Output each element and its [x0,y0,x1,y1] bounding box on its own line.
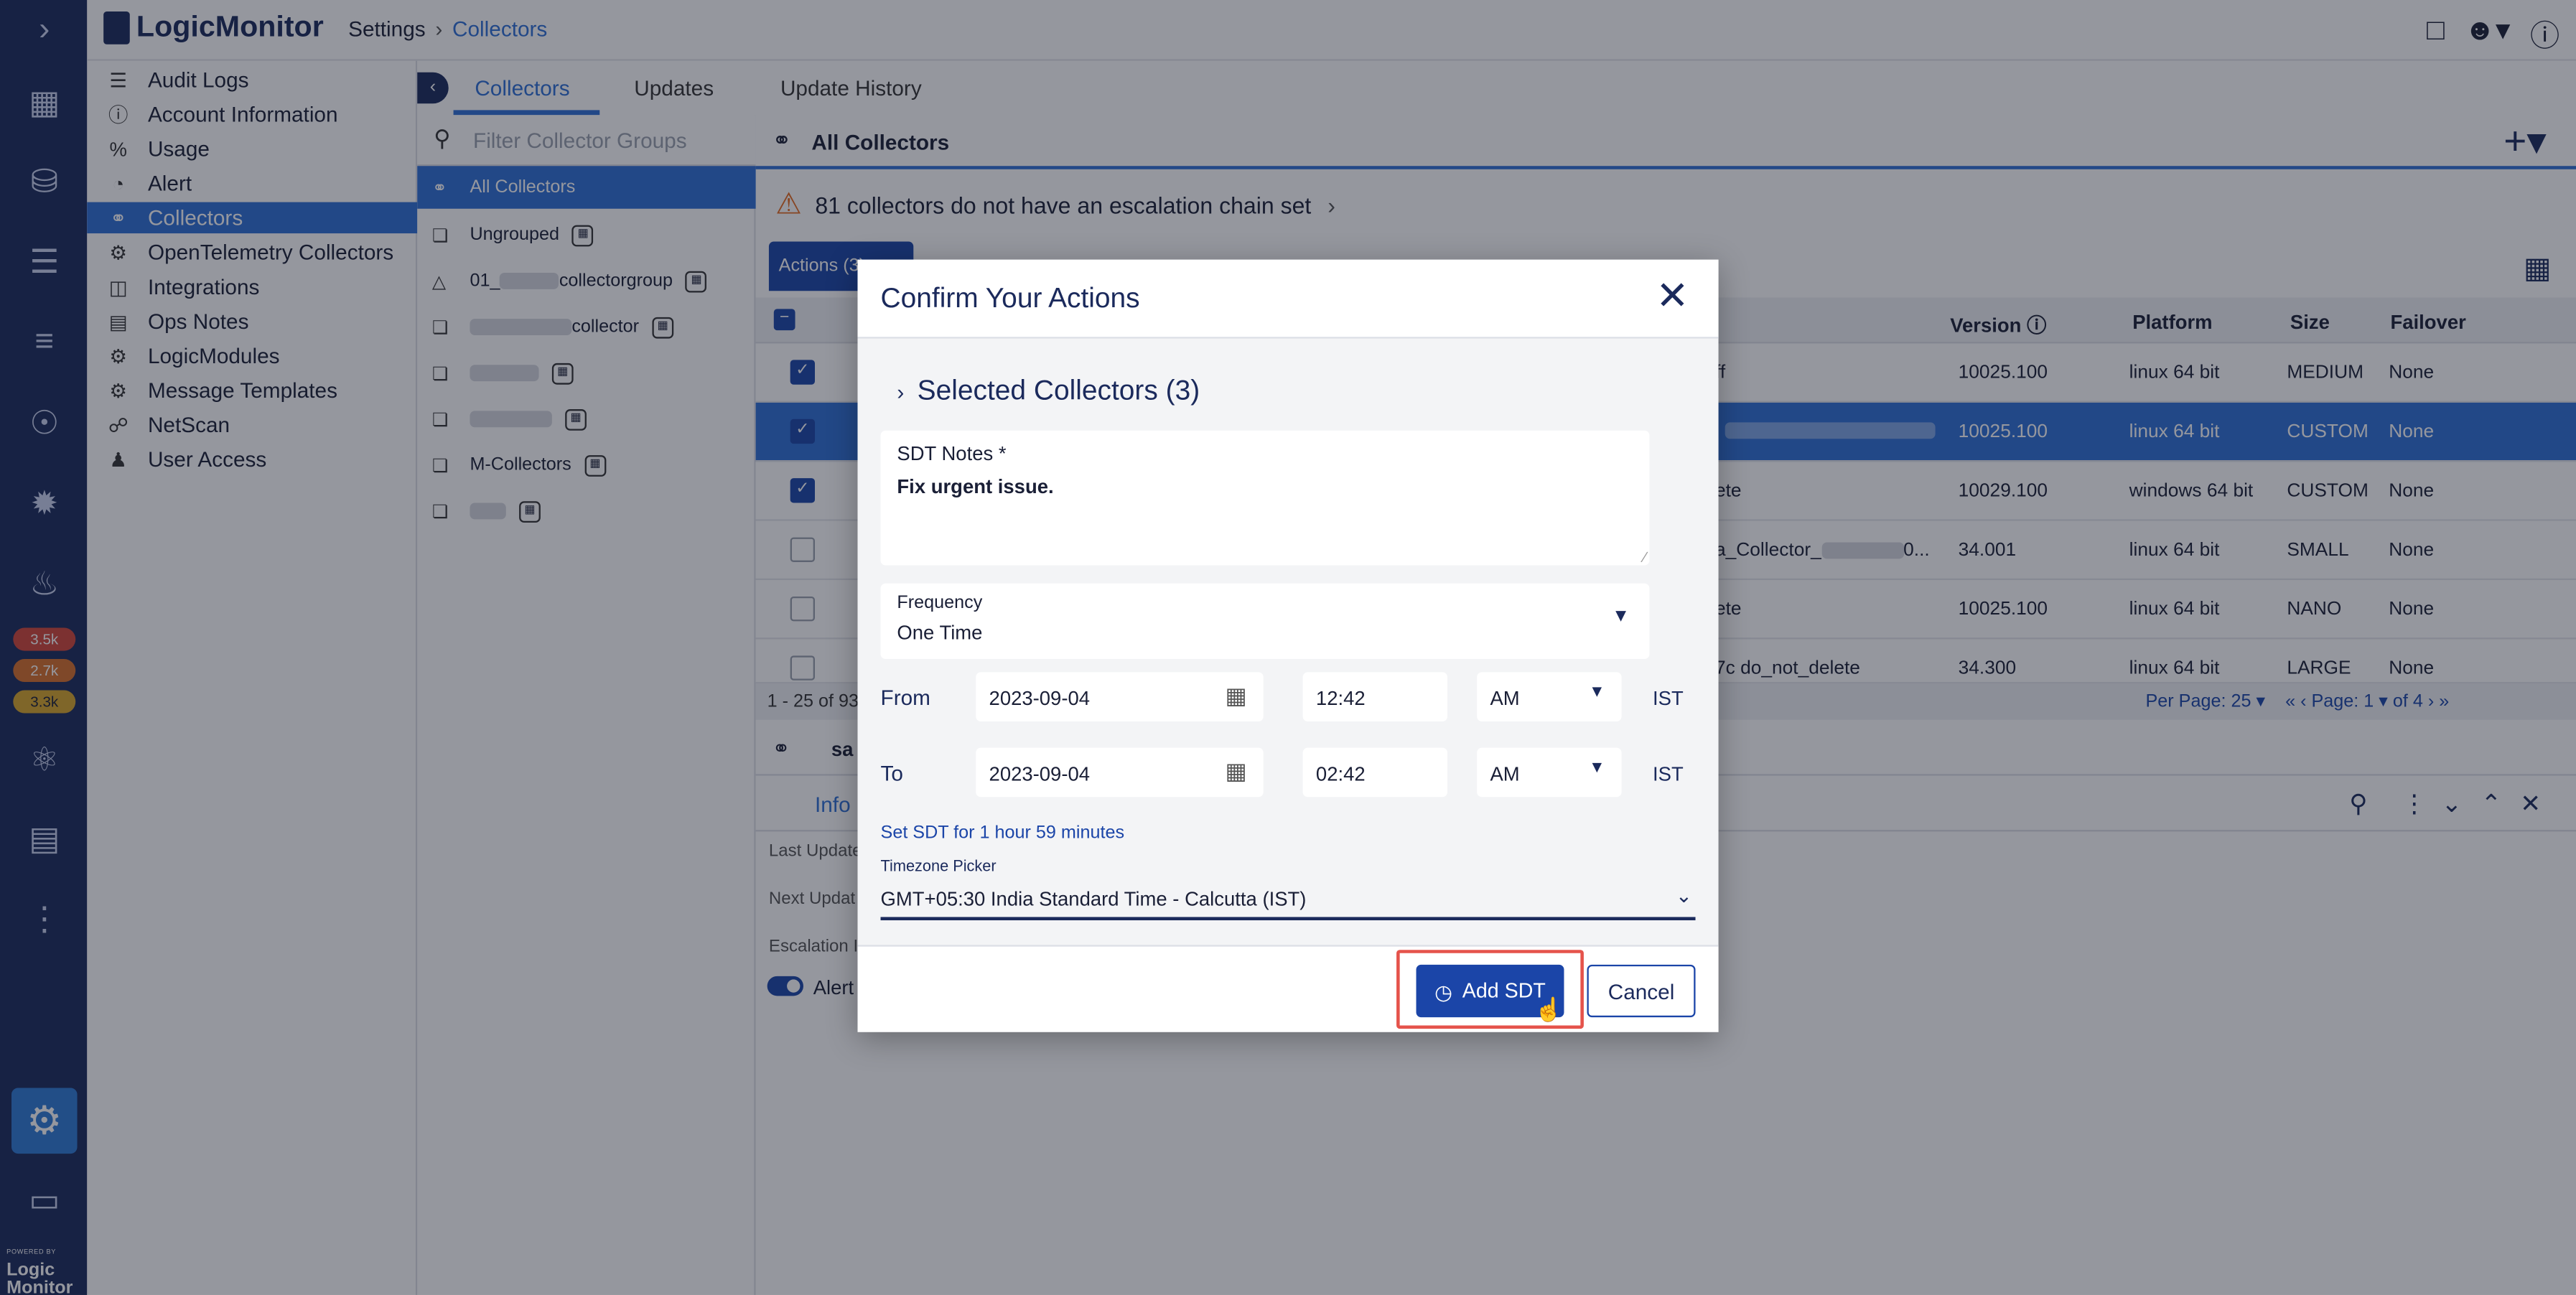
timezone-picker-label: Timezone Picker [880,858,997,876]
frequency-select[interactable]: Frequency One Time ▼ [880,583,1650,660]
dropdown-caret-icon: ▼ [1589,683,1605,702]
resize-handle-icon[interactable]: ∕ [1643,549,1646,566]
modal-title: Confirm Your Actions [880,282,1140,314]
chevron-right-icon: › [897,379,905,405]
dropdown-caret-icon: ▼ [1612,606,1630,627]
sdt-duration-text: Set SDT for 1 hour 59 minutes [880,823,1125,843]
to-time-field[interactable]: 02:42 [1302,747,1447,798]
to-date-field[interactable]: 2023-09-04 ▦ [976,747,1264,798]
chevron-down-icon: ⌄ [1675,884,1692,907]
hand-cursor-icon: ☝ [1534,996,1564,1022]
sdt-notes-value[interactable]: Fix urgent issue. [897,475,1053,498]
modal-footer: ◷ Add SDT Cancel ☝ [857,945,1719,1032]
sdt-notes-field[interactable]: SDT Notes * Fix urgent issue. ∕ [880,430,1650,566]
calendar-icon[interactable]: ▦ [1226,682,1247,710]
to-timezone: IST [1653,762,1684,786]
sdt-clock-icon: ◷ [1434,980,1453,1004]
from-ampm-select[interactable]: AM ▼ [1477,672,1622,722]
timezone-picker[interactable]: GMT+05:30 India Standard Time - Calcutta… [880,881,1696,921]
from-label: From [880,685,930,710]
selected-collectors-toggle[interactable]: › Selected Collectors (3) [897,375,1200,408]
calendar-icon[interactable]: ▦ [1226,757,1247,785]
from-time-field[interactable]: 12:42 [1302,672,1447,722]
cancel-button[interactable]: Cancel [1587,964,1696,1018]
to-label: To [880,760,903,786]
to-ampm-select[interactable]: AM ▼ [1477,747,1622,798]
dropdown-caret-icon: ▼ [1589,759,1605,777]
from-date-field[interactable]: 2023-09-04 ▦ [976,672,1264,722]
close-icon[interactable]: ✕ [1656,273,1689,320]
from-timezone: IST [1653,686,1684,710]
confirm-actions-modal: Confirm Your Actions ✕ › Selected Collect… [857,259,1719,1032]
